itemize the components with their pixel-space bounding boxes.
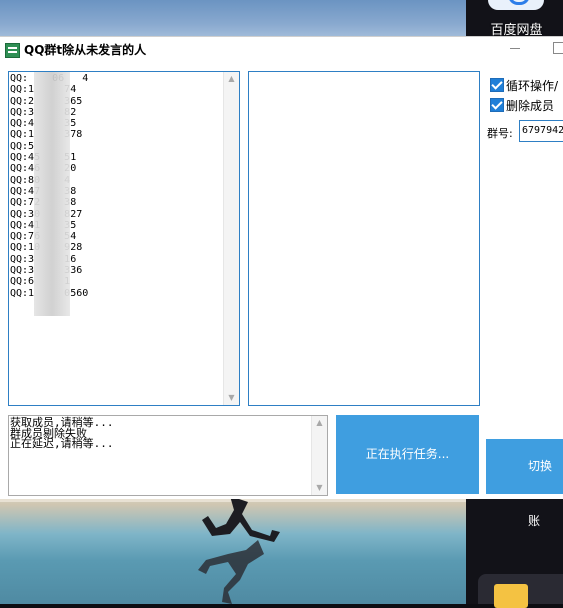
group-number-input[interactable]: 6797942	[519, 120, 563, 142]
scroll-up-icon[interactable]: ▲	[224, 72, 239, 86]
minimize-button[interactable]	[508, 41, 522, 55]
loop-checkbox[interactable]: 循环操作/	[490, 77, 558, 94]
desktop-wallpaper-top	[0, 0, 466, 40]
desktop-wallpaper-bottom	[0, 496, 466, 604]
checkbox-checked-icon[interactable]	[490, 98, 504, 112]
qq-list-scrollbar[interactable]: ▲ ▼	[223, 72, 239, 405]
window-title: QQ群t除从未发言的人	[24, 43, 147, 57]
delete-member-checkbox[interactable]: 删除成员	[490, 97, 554, 114]
baidu-netdisk-icon[interactable]	[488, 0, 544, 10]
folder-icon[interactable]	[478, 574, 563, 608]
group-number-label: 群号:	[487, 127, 513, 140]
checkbox-checked-icon[interactable]	[490, 78, 504, 92]
result-list[interactable]	[248, 71, 480, 406]
scroll-up-icon[interactable]: ▲	[312, 416, 327, 430]
log-line: 正在延迟,请稍等...	[10, 437, 114, 450]
redaction-blur	[34, 72, 70, 316]
app-logo-icon	[5, 43, 20, 58]
app-window: QQ群t除从未发言的人 QQ: 06 4QQ:1 74QQ:2 365QQ:3 …	[0, 36, 563, 528]
delete-checkbox-label: 删除成员	[506, 99, 555, 113]
maximize-button[interactable]	[553, 42, 563, 54]
qq-member-list[interactable]: QQ: 06 4QQ:1 74QQ:2 365QQ:3 82QQ:4 35QQ:…	[8, 71, 240, 406]
status-log[interactable]: 获取成员,请稍等... 群成员剔除失败 正在延迟,请稍等... ▲ ▼	[8, 415, 328, 496]
scroll-down-icon[interactable]: ▼	[224, 391, 239, 405]
runner-reflection	[198, 540, 264, 604]
switch-account-button[interactable]: 切换账	[486, 439, 563, 528]
scroll-down-icon[interactable]: ▼	[312, 481, 327, 495]
status-log-lines: 获取成员,请稍等... 群成员剔除失败 正在延迟,请稍等...	[10, 417, 114, 450]
running-task-button[interactable]: 正在执行任务...	[336, 415, 479, 494]
title-bar[interactable]: QQ群t除从未发言的人	[0, 37, 563, 63]
loop-checkbox-label: 循环操作/	[506, 79, 559, 93]
log-scrollbar[interactable]: ▲ ▼	[311, 416, 327, 495]
